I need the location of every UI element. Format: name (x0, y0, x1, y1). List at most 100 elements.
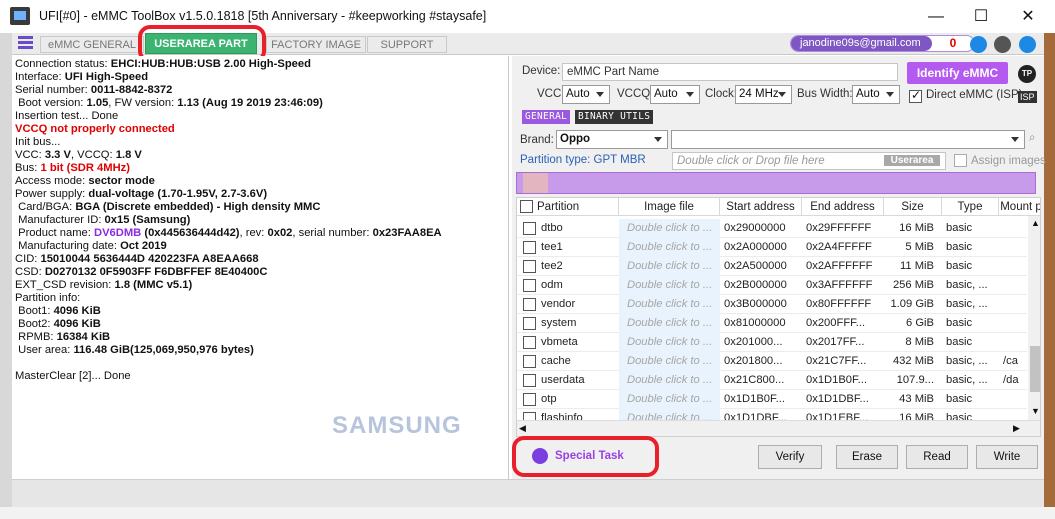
tab-emmc-general[interactable]: eMMC GENERAL (40, 36, 144, 53)
col-type[interactable]: Type (942, 198, 999, 216)
device-name-field[interactable]: eMMC Part Name (562, 63, 898, 81)
table-row[interactable]: tee2 Double click to ... 0x2A500000 0x2AFFF… (517, 257, 1027, 276)
cell-end-address: 0x1D1B0F... (806, 374, 867, 386)
row-checkbox[interactable] (523, 279, 536, 292)
table-row[interactable]: otp Double click to ... 0x1D1B0F... 0x1D1DB… (517, 390, 1027, 409)
scroll-right-icon[interactable]: ▶ (1013, 423, 1020, 434)
row-checkbox[interactable] (523, 374, 536, 387)
table-row[interactable]: system Double click to ... 0x81000000 0x200… (517, 314, 1027, 333)
vcc-select[interactable]: Auto (562, 85, 610, 104)
table-horizontal-scrollbar[interactable]: ◀ ▶ (517, 420, 1040, 436)
partition-panel: Device: eMMC Part Name Identify eMMC TP … (512, 56, 1046, 479)
col-mount[interactable]: Mount p (999, 198, 1040, 216)
direct-emmc-checkbox[interactable]: ✓ (909, 88, 922, 103)
cell-image-file[interactable]: Double click to ... (619, 276, 720, 295)
cell-mount (1003, 276, 1027, 295)
table-vertical-scrollbar[interactable]: ▲ ▼ (1028, 216, 1040, 420)
col-end-address[interactable]: End address (802, 198, 884, 216)
cell-type: basic (946, 222, 973, 234)
cell-image-file[interactable]: Double click to ... (619, 371, 720, 390)
cell-image-file[interactable]: Double click to ... (619, 219, 720, 238)
assign-images-label: Assign images (971, 155, 1046, 167)
log-panel: Connection status: EHCI:HUB:HUB:USB 2.00… (12, 56, 509, 479)
app-root: UFI[#0] - eMMC ToolBox v1.5.0.1818 [5th … (0, 0, 1055, 519)
cell-image-file[interactable]: Double click to ... (619, 238, 720, 257)
cell-start-address: 0x21C800... (724, 374, 785, 386)
tab-factory-image[interactable]: FACTORY IMAGE (266, 36, 366, 53)
cell-end-address: 0x21C7FF... (806, 355, 867, 367)
close-button[interactable]: ✕ (1005, 0, 1051, 33)
row-checkbox[interactable] (523, 298, 536, 311)
download-icon[interactable] (970, 36, 987, 53)
write-button[interactable]: Write (976, 445, 1038, 469)
tp-icon[interactable]: TP (1018, 65, 1036, 83)
table-row[interactable]: cache Double click to ... 0x201800... 0x21C… (517, 352, 1027, 371)
scroll-up-icon[interactable]: ▲ (1031, 218, 1040, 228)
col-partition[interactable]: Partition (535, 198, 619, 216)
maximize-button[interactable]: ☐ (958, 0, 1004, 33)
cell-type: basic, ... (946, 279, 988, 291)
row-checkbox[interactable] (523, 393, 536, 406)
table-row[interactable]: dtbo Double click to ... 0x29000000 0x29FFF… (517, 219, 1027, 238)
scroll-down-icon[interactable]: ▼ (1031, 406, 1040, 416)
cell-end-address: 0x1D1DBF... (806, 393, 869, 405)
table-row[interactable]: vendor Double click to ... 0x3B000000 0x80F… (517, 295, 1027, 314)
partition-map-segment (523, 173, 548, 193)
cell-partition: tee2 (541, 260, 563, 272)
info-icon[interactable] (994, 36, 1011, 53)
cell-image-file[interactable]: Double click to ... (619, 333, 720, 352)
clock-select[interactable]: 24 MHz (735, 85, 792, 104)
cell-end-address: 0x2AFFFFFF (806, 260, 873, 272)
subtab-binary-utils[interactable]: BINARY UTILS (575, 110, 654, 124)
row-checkbox[interactable] (523, 222, 536, 235)
cell-size: 107.9... (896, 374, 934, 386)
row-checkbox[interactable] (523, 317, 536, 330)
menu-icon[interactable] (18, 36, 33, 51)
row-checkbox[interactable] (523, 355, 536, 368)
select-all-checkbox[interactable] (520, 200, 533, 213)
window-title: UFI[#0] - eMMC ToolBox v1.5.0.1818 [5th … (39, 9, 487, 23)
isp-badge[interactable]: ISP (1018, 91, 1037, 103)
tab-support[interactable]: SUPPORT (367, 36, 447, 53)
row-checkbox[interactable] (523, 336, 536, 349)
cell-end-address: 0x200FFF... (806, 317, 866, 329)
cell-type: basic (946, 317, 973, 329)
assign-images-checkbox[interactable] (954, 154, 967, 167)
cell-image-file[interactable]: Double click to ... (619, 352, 720, 371)
bus-width-select[interactable]: Auto (852, 85, 900, 104)
col-size[interactable]: Size (884, 198, 942, 216)
row-checkbox[interactable] (523, 260, 536, 273)
table-row[interactable]: vbmeta Double click to ... 0x201000... 0x20… (517, 333, 1027, 352)
minimize-button[interactable]: — (913, 0, 959, 33)
cell-partition: dtbo (541, 222, 563, 234)
col-start-address[interactable]: Start address (720, 198, 802, 216)
search-icon[interactable]: ⌕ (1029, 132, 1035, 145)
cell-end-address: 0x80FFFFFF (806, 298, 872, 310)
table-row[interactable]: tee1 Double click to ... 0x2A000000 0x2A4FF… (517, 238, 1027, 257)
scroll-thumb[interactable] (1030, 346, 1040, 392)
partition-map-bar[interactable] (516, 172, 1036, 194)
table-row[interactable]: odm Double click to ... 0x2B000000 0x3AFFFF… (517, 276, 1027, 295)
settings-gear-icon[interactable] (1019, 36, 1036, 53)
col-image-file[interactable]: Image file (619, 198, 720, 216)
subtab-general[interactable]: GENERAL (522, 110, 571, 124)
model-select[interactable] (671, 130, 1025, 149)
account-pill[interactable]: janodine09s@gmail.com 0 (790, 35, 975, 52)
row-checkbox[interactable] (523, 241, 536, 254)
cell-mount (1003, 238, 1027, 257)
clock-label: Clock: (705, 88, 737, 100)
vccq-select[interactable]: Auto (650, 85, 700, 104)
erase-button[interactable]: Erase (836, 445, 898, 469)
table-header: Partition Image file Start address End a… (517, 198, 1040, 216)
cell-size: 8 MiB (905, 336, 934, 348)
cell-image-file[interactable]: Double click to ... (619, 390, 720, 409)
scroll-left-icon[interactable]: ◀ (519, 423, 526, 434)
table-row[interactable]: userdata Double click to ... 0x21C800... 0x… (517, 371, 1027, 390)
read-button[interactable]: Read (906, 445, 968, 469)
cell-image-file[interactable]: Double click to ... (619, 257, 720, 276)
cell-image-file[interactable]: Double click to ... (619, 314, 720, 333)
verify-button[interactable]: Verify (758, 445, 822, 469)
cell-image-file[interactable]: Double click to ... (619, 295, 720, 314)
brand-select[interactable]: Oppo (556, 130, 668, 149)
identify-emmc-button[interactable]: Identify eMMC (907, 62, 1008, 84)
